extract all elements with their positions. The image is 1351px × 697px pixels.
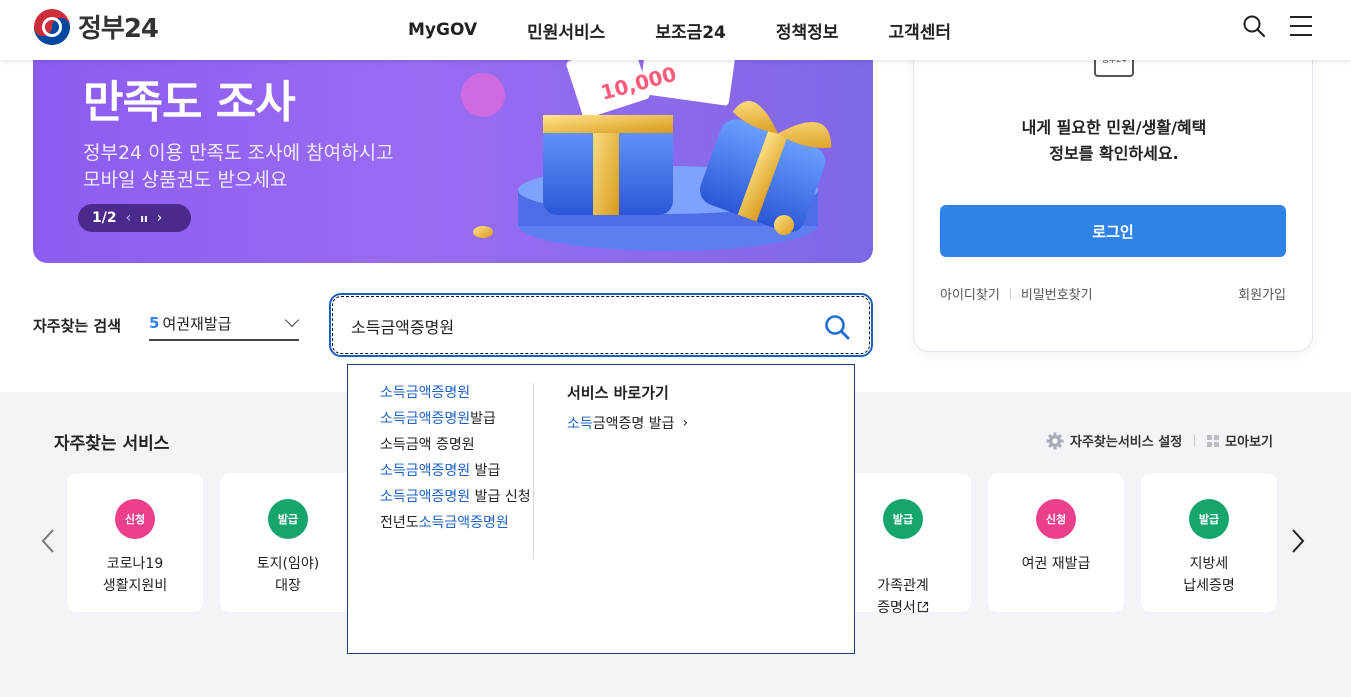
services-settings-button[interactable]: 자주찾는서비스 설정 [1046, 431, 1182, 450]
carousel-prev-icon[interactable] [40, 527, 56, 555]
divider [1009, 287, 1011, 300]
service-card-label: 여권 재발급 [1021, 556, 1091, 572]
promo-banner[interactable]: 만족도 조사 정부24 이용 만족도 조사에 참여하시고 모바일 상품권도 받으… [33, 40, 873, 263]
banner-title: 만족도 조사 [83, 77, 296, 128]
signup-link[interactable]: 회원가입 [1238, 284, 1286, 303]
logo-text: 정부24 [78, 14, 159, 44]
frequent-search-label: 자주찾는 검색 [33, 317, 122, 335]
chevron-right-icon: › [682, 415, 689, 431]
taegeuk-logo-icon [34, 8, 70, 45]
login-card: 정부24 내게 필요한 민원/생활/혜택 정보를 확인하세요. 로그인 아이디찾… [913, 30, 1313, 352]
issue-badge: 발급 [268, 499, 308, 539]
search-input[interactable] [351, 313, 811, 339]
service-card-label: 토지(임야) 대장 [256, 556, 320, 594]
carousel-next-icon[interactable] [1290, 527, 1306, 555]
nav-policy-info[interactable]: 정책정보 [776, 18, 839, 43]
nav-civil-services[interactable]: 민원서비스 [527, 18, 605, 43]
apply-badge: 신청 [1036, 499, 1076, 539]
search-submit-icon[interactable] [823, 313, 851, 341]
banner-pause-icon[interactable]: ıı [140, 212, 148, 225]
suggestion-item[interactable]: 소득금액증명원 발급 [380, 460, 532, 482]
banner-prev-icon[interactable]: ‹ [126, 210, 132, 226]
banner-next-icon[interactable]: › [157, 210, 163, 226]
frequent-services-tools: 자주찾는서비스 설정 모아보기 [1046, 431, 1273, 450]
frequent-search-rank: 5 [149, 314, 160, 332]
suggestion-item[interactable]: 소득금액증명원 발급 신청 [380, 486, 532, 508]
service-card[interactable]: 발급 가족관계 증명서 [835, 473, 971, 616]
shortcut-heading: 서비스 바로가기 [567, 384, 669, 402]
banner-page-indicator: 1/2 [92, 210, 117, 226]
chevron-down-icon [284, 312, 300, 328]
external-link-icon [917, 601, 928, 613]
find-id-link[interactable]: 아이디찾기 [940, 284, 1000, 303]
suggestion-item[interactable]: 소득금액 증명원 [380, 434, 532, 456]
service-card[interactable]: 발급 토지(임야) 대장 [220, 473, 356, 612]
login-message: 내게 필요한 민원/생활/혜택 정보를 확인하세요. [1021, 118, 1207, 163]
find-password-link[interactable]: 비밀번호찾기 [1021, 284, 1093, 303]
service-card[interactable]: 발급 지방세 납세증명 [1141, 473, 1277, 612]
shortcut-link[interactable]: 소득금액증명 발급 › [567, 413, 827, 433]
service-card-label: 가족관계 증명서 [877, 578, 929, 616]
apply-badge: 신청 [115, 499, 155, 539]
frequent-search-value: 여권재발급 [162, 314, 232, 333]
search-box [329, 293, 873, 357]
frequent-services-title: 자주찾는 서비스 [54, 434, 170, 454]
login-button[interactable]: 로그인 [940, 205, 1286, 257]
service-card[interactable]: 신청 여권 재발급 [988, 473, 1124, 612]
nav-subsidy24[interactable]: 보조금24 [655, 18, 726, 43]
grid-icon [1207, 434, 1220, 447]
banner-description: 정부24 이용 만족도 조사에 참여하시고 모바일 상품권도 받으세요 [83, 142, 394, 191]
service-card-label: 코로나19 생활지원비 [102, 556, 168, 594]
divider [1194, 434, 1196, 447]
nav-mygov[interactable]: MyGOV [408, 20, 477, 40]
gift-box-illustration: 10,000 [461, 40, 832, 251]
suggestion-item[interactable]: 전년도소득금액증명원 [380, 512, 532, 534]
suggestion-item[interactable]: 소득금액증명원 [380, 382, 532, 404]
issue-badge: 발급 [883, 499, 923, 539]
service-card[interactable]: 신청 코로나19 생활지원비 [67, 473, 203, 612]
nav-customer-center[interactable]: 고객센터 [888, 18, 951, 43]
site-header: 정부24 MyGOV 민원서비스 보조금24 정책정보 고객센터 [0, 0, 1351, 60]
view-all-button[interactable]: 모아보기 [1207, 431, 1273, 450]
suggestion-item[interactable]: 소득금액증명원발급 [380, 408, 532, 430]
divider [533, 383, 534, 559]
search-autocomplete: 소득금액증명원 소득금액증명원발급 소득금액 증명원 소득금액증명원 발급 소득… [347, 364, 855, 654]
gear-icon [1046, 432, 1064, 449]
service-card-label: 지방세 납세증명 [1183, 556, 1235, 594]
login-links: 아이디찾기 비밀번호찾기 회원가입 [940, 284, 1286, 303]
search-icon[interactable] [1242, 14, 1266, 38]
site-logo[interactable]: 정부24 [34, 8, 159, 45]
service-shortcuts: 서비스 바로가기 소득금액증명 발급 › [567, 382, 827, 433]
main-nav: MyGOV 민원서비스 보조금24 정책정보 고객센터 [408, 0, 951, 60]
suggestion-list: 소득금액증명원 소득금액증명원발급 소득금액 증명원 소득금액증명원 발급 소득… [380, 382, 532, 538]
frequent-search-dropdown[interactable]: 5 여권재발급 [149, 307, 300, 341]
banner-pager: 1/2 ‹ ıı › [78, 204, 191, 232]
issue-badge: 발급 [1189, 499, 1229, 539]
hamburger-menu-icon[interactable] [1290, 16, 1312, 36]
